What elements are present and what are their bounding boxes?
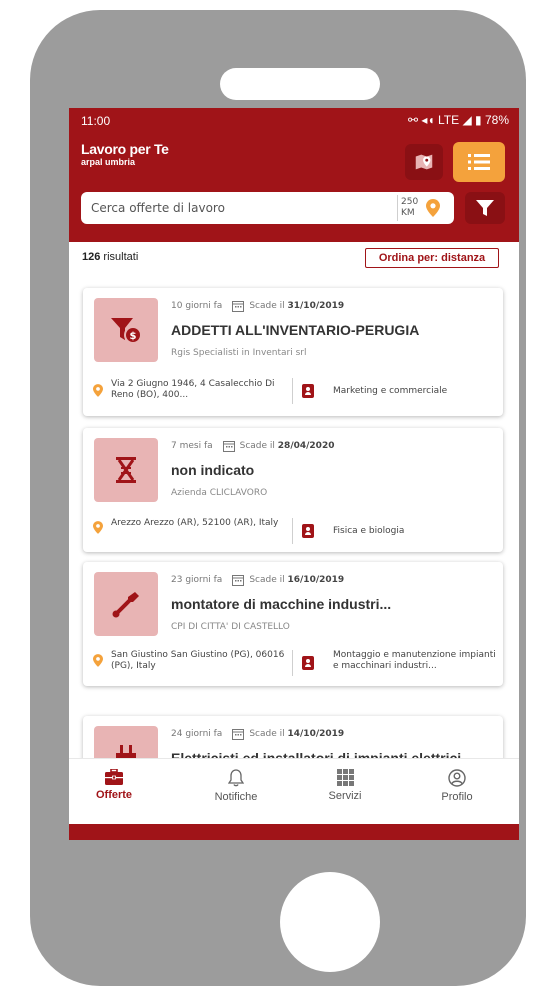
results-number: 126 [82,251,101,263]
status-icons: ⚯ ◂◖ LTE ◢ ▮ 78% [408,113,509,127]
job-title[interactable]: montatore di macchine industri... [171,596,391,612]
calendar-icon [232,729,245,740]
job-company: Azienda CLICLAVORO [171,488,268,498]
nav-servizi[interactable]: Servizi [300,763,390,802]
job-deadline: 28/04/2020 [277,441,335,451]
funnel-money-icon: $ [111,318,142,344]
bottom-navigation: Offerte Notifiche Servizi Profilo [69,758,519,825]
briefcase-icon [105,769,123,785]
job-deadline-prefix: Scade il [249,575,285,585]
list-icon [468,154,490,170]
job-meta: 10 giorni fa Scade il 31/10/2019 [171,300,344,312]
job-category: Fisica e biologia [333,526,405,536]
radius-selector[interactable]: 250 KM [397,195,418,221]
nav-notifiche[interactable]: Notifiche [191,763,281,803]
calendar-icon [222,441,235,452]
bell-icon [228,769,244,787]
app-logo: Lavoro per Te arpal umbria [81,141,169,168]
job-location: Via 2 Giugno 1946, 4 Casalecchio Di Reno… [111,379,275,400]
job-deadline: 14/10/2019 [287,729,345,739]
job-card[interactable]: 7 mesi fa Scade il 28/04/2020 non indica… [83,428,503,552]
job-meta: 23 giorni fa Scade il 16/10/2019 [171,574,344,586]
wrench-icon [112,592,139,618]
status-time: 11:00 [81,114,111,128]
map-pin-icon [415,154,433,170]
location-pin-icon [93,521,103,534]
filter-button[interactable] [465,192,505,224]
calendar-icon [232,575,245,586]
bottom-bar-strip [69,824,519,840]
map-view-button[interactable] [405,144,443,180]
brand-title: Lavoro per Te [81,141,169,157]
phone-home-button[interactable] [280,872,380,972]
job-company: Rgis Specialisti in Inventari srl [171,348,307,358]
job-location: San Giustino San Giustino (PG), 06016 (P… [111,650,285,671]
search-input[interactable] [81,192,411,224]
job-company: CPI DI CITTA' DI CASTELLO [171,622,290,632]
grid-icon [336,769,354,786]
job-deadline-prefix: Scade il [249,729,285,739]
job-posted: 7 mesi fa [171,441,213,451]
job-card[interactable]: 23 giorni fa Scade il 16/10/2019 montato… [83,562,503,686]
radius-value: 250 [401,197,419,207]
category-icon [302,384,314,398]
dna-icon [116,457,136,483]
nav-offerte[interactable]: Offerte [69,763,159,801]
job-meta: 7 mesi fa Scade il 28/04/2020 [171,440,334,452]
job-title[interactable]: ADDETTI ALL'INVENTARIO-PERUGIA [171,322,419,338]
job-deadline: 16/10/2019 [287,575,345,585]
user-circle-icon [448,769,466,787]
nav-label: Notifiche [214,791,258,803]
search-bar: 250 KM [81,192,454,224]
job-category-thumb [94,438,158,502]
filter-icon [476,200,494,216]
nav-profilo[interactable]: Profilo [412,763,502,803]
category-icon [302,656,314,670]
job-deadline-prefix: Scade il [249,301,285,311]
job-deadline: 31/10/2019 [287,301,345,311]
card-divider [292,650,293,676]
card-divider [292,518,293,544]
app-screen: 11:00 ⚯ ◂◖ LTE ◢ ▮ 78% Lavoro per Te arp… [69,108,519,840]
job-category-thumb [94,572,158,636]
calendar-icon [232,301,245,312]
list-view-button[interactable] [453,142,505,182]
nav-label: Servizi [328,790,362,802]
results-count: 126 risultati [82,251,138,263]
job-meta: 24 giorni fa Scade il 14/10/2019 [171,728,344,740]
job-location: Arezzo Arezzo (AR), 52100 (AR), Italy [111,518,279,528]
job-card[interactable]: $ 10 giorni fa Scade il 31/10/2019 ADDET… [83,288,503,416]
location-pin-icon [93,384,103,397]
category-icon [302,524,314,538]
sort-button[interactable]: Ordina per: distanza [365,248,499,268]
location-pin-icon[interactable] [426,199,440,217]
job-posted: 10 giorni fa [171,301,223,311]
brand-subtitle: arpal umbria [81,157,136,167]
job-posted: 24 giorni fa [171,729,223,739]
card-divider [292,378,293,404]
job-category-thumb: $ [94,298,158,362]
nav-label: Profilo [441,791,473,803]
app-header: 11:00 ⚯ ◂◖ LTE ◢ ▮ 78% Lavoro per Te arp… [69,108,519,242]
svg-text:$: $ [130,331,137,342]
nav-label: Offerte [95,789,133,801]
job-title[interactable]: non indicato [171,462,254,478]
job-deadline-prefix: Scade il [239,441,275,451]
location-pin-icon [93,654,103,667]
phone-speaker [220,68,380,100]
job-category: Marketing e commerciale [333,386,448,396]
radius-unit: KM [401,208,415,218]
job-category: Montaggio e manutenzione impianti e macc… [333,650,496,671]
job-posted: 23 giorni fa [171,575,223,585]
results-label: risultati [103,251,139,263]
